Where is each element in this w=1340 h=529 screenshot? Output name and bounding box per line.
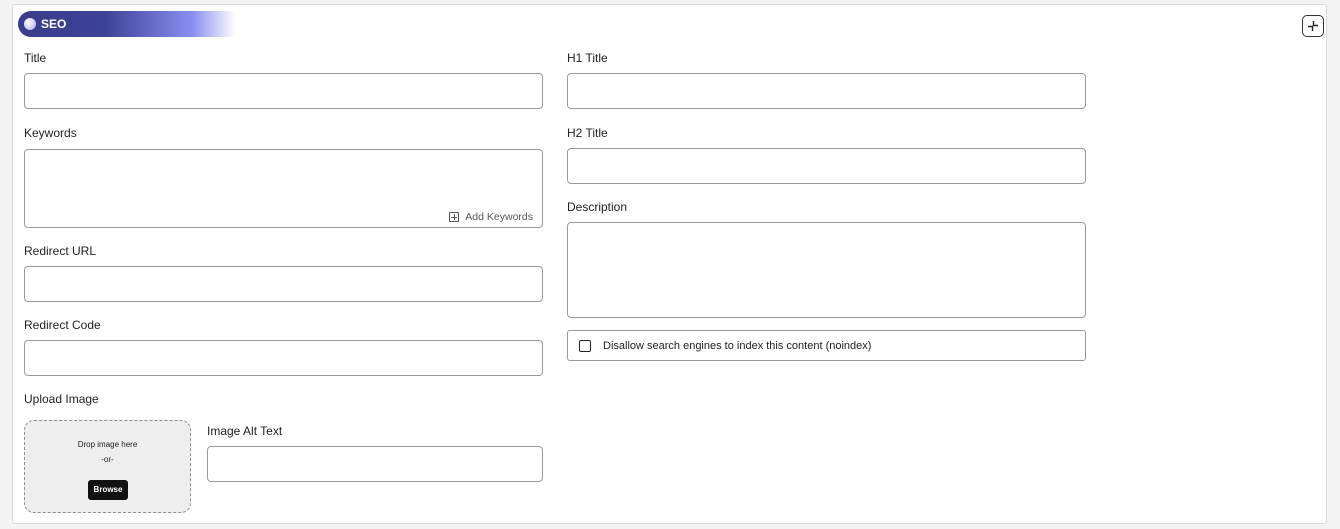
redirect-url-label: Redirect URL [24,244,97,258]
or-text: -or- [101,455,114,464]
section-title: SEO [41,17,67,31]
redirect-code-label: Redirect Code [24,318,101,332]
noindex-label: Disallow search engines to index this co… [603,340,872,352]
add-keywords-label: Add Keywords [465,211,533,223]
h2-title-input[interactable] [567,148,1086,184]
description-input[interactable] [567,222,1086,318]
add-keywords-button[interactable]: Add Keywords [449,211,533,223]
keywords-input[interactable]: Add Keywords [24,149,543,228]
redirect-code-input[interactable] [24,340,543,376]
image-alt-input[interactable] [207,446,543,482]
section-dot-icon [24,18,36,30]
image-dropzone[interactable]: Drop image here -or- Browse [24,420,191,513]
plus-square-icon [449,212,460,222]
drop-image-text: Drop image here [77,440,138,449]
browse-button[interactable]: Browse [88,480,128,500]
image-alt-label: Image Alt Text [207,424,283,438]
collapse-icon [1308,21,1318,31]
h2-title-label: H2 Title [567,126,608,140]
keywords-label: Keywords [24,126,77,140]
title-label: Title [24,51,47,65]
h1-title-input[interactable] [567,73,1086,109]
h1-title-label: H1 Title [567,51,608,65]
collapse-button[interactable] [1302,15,1324,37]
upload-image-label: Upload Image [24,392,99,406]
description-label: Description [567,200,628,214]
seo-section-header: SEO [18,11,236,37]
noindex-checkbox[interactable] [579,340,591,352]
noindex-option[interactable]: Disallow search engines to index this co… [567,330,1086,361]
redirect-url-input[interactable] [24,266,543,302]
title-input[interactable] [24,73,543,109]
